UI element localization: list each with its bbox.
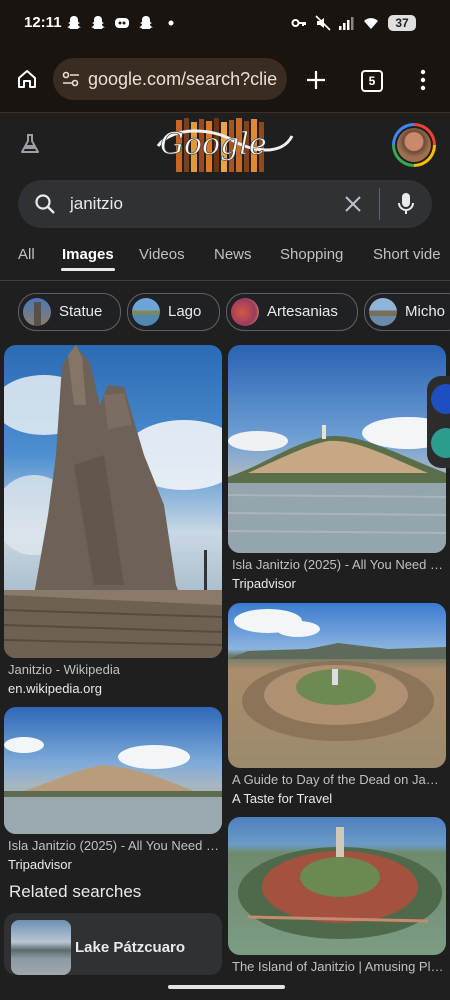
tab-short-videos[interactable]: Short vide bbox=[373, 246, 441, 263]
battery-icon: 37 bbox=[388, 15, 416, 31]
tab-all[interactable]: All bbox=[18, 246, 35, 263]
microphone-icon[interactable] bbox=[397, 192, 415, 216]
site-settings-icon[interactable] bbox=[62, 71, 80, 87]
floating-side-widget[interactable] bbox=[427, 376, 450, 468]
result-source[interactable]: Tripadvisor bbox=[8, 857, 72, 872]
result-title[interactable]: A Guide to Day of the Dead on Janitzio bbox=[232, 772, 444, 787]
mute-icon bbox=[315, 15, 331, 31]
result-image[interactable] bbox=[228, 603, 446, 768]
gesture-nav-bar[interactable] bbox=[168, 985, 285, 989]
avatar-photo bbox=[397, 128, 431, 162]
tabs-divider bbox=[0, 280, 450, 281]
tab-news[interactable]: News bbox=[214, 246, 252, 263]
chip-thumb bbox=[231, 298, 259, 326]
more-options-icon[interactable] bbox=[416, 68, 430, 92]
chip-michoacan[interactable]: Micho bbox=[364, 293, 450, 331]
tab-images[interactable]: Images bbox=[62, 246, 114, 263]
result-title[interactable]: Isla Janitzio (2025) - All You Need to K… bbox=[232, 557, 444, 572]
chip-thumb bbox=[23, 298, 51, 326]
dot-icon bbox=[168, 20, 174, 26]
wifi-icon bbox=[364, 18, 378, 29]
chip-statue[interactable]: Statue bbox=[18, 293, 121, 331]
result-title[interactable]: The Island of Janitzio | Amusing Planet bbox=[232, 959, 444, 974]
result-title[interactable]: Janitzio - Wikipedia bbox=[8, 662, 222, 677]
snapchat-icon-3 bbox=[139, 16, 153, 29]
chip-label: Lago bbox=[168, 303, 202, 320]
search-tabs: All Images Videos News Shopping Short vi… bbox=[0, 238, 450, 278]
tab-shopping[interactable]: Shopping bbox=[280, 246, 343, 263]
search-box[interactable]: janitzio bbox=[18, 180, 432, 228]
labs-flask-icon[interactable] bbox=[18, 132, 42, 156]
image-result[interactable]: The Island of Janitzio | Amusing Planet bbox=[228, 817, 446, 977]
home-icon[interactable] bbox=[16, 68, 38, 90]
result-image[interactable] bbox=[4, 345, 222, 658]
url-bar[interactable]: google.com/search?clie bbox=[53, 58, 287, 100]
new-tab-icon[interactable] bbox=[305, 69, 327, 91]
image-result[interactable]: A Guide to Day of the Dead on Janitzio A… bbox=[228, 603, 446, 809]
battery-level: 37 bbox=[395, 16, 409, 30]
status-time: 12:11 bbox=[24, 14, 62, 31]
related-label: Lake Pátzcuaro bbox=[75, 939, 186, 956]
image-result[interactable]: Isla Janitzio (2025) - All You Need to K… bbox=[228, 345, 446, 595]
related-searches-heading: Related searches bbox=[9, 882, 142, 901]
chip-label: Micho bbox=[405, 303, 446, 320]
side-app-icon-2[interactable] bbox=[431, 428, 450, 458]
side-app-icon[interactable] bbox=[431, 384, 450, 414]
clear-icon[interactable] bbox=[344, 195, 362, 213]
chip-label: Artesanias bbox=[267, 303, 338, 320]
result-image[interactable] bbox=[228, 817, 446, 955]
discord-icon bbox=[115, 18, 129, 28]
result-title[interactable]: Isla Janitzio (2025) - All You Need to K… bbox=[8, 838, 222, 853]
search-query[interactable]: janitzio bbox=[70, 194, 123, 214]
result-source[interactable]: en.wikipedia.org bbox=[8, 681, 102, 696]
result-source[interactable]: A Taste for Travel bbox=[232, 791, 332, 806]
chip-thumb bbox=[132, 298, 160, 326]
search-divider bbox=[379, 188, 380, 220]
svg-text:Google: Google bbox=[160, 127, 267, 162]
google-doodle-logo[interactable]: Google bbox=[152, 116, 296, 174]
active-tab-indicator bbox=[61, 268, 115, 271]
tab-videos[interactable]: Videos bbox=[139, 246, 185, 263]
chip-label: Statue bbox=[59, 303, 103, 320]
url-text: google.com/search?clie bbox=[88, 69, 278, 89]
key-icon bbox=[291, 19, 306, 27]
related-thumb bbox=[11, 920, 71, 975]
browser-toolbar: google.com/search?clie 5 bbox=[0, 46, 450, 113]
chip-thumb bbox=[369, 298, 397, 326]
chip-artesanias[interactable]: Artesanias bbox=[226, 293, 358, 331]
related-search-item[interactable]: Lake Pátzcuaro bbox=[4, 913, 222, 975]
tab-switcher-button[interactable]: 5 bbox=[361, 70, 383, 92]
image-result[interactable]: Janitzio - Wikipedia en.wikipedia.org bbox=[4, 345, 222, 696]
account-avatar[interactable] bbox=[392, 123, 436, 167]
result-image[interactable] bbox=[4, 707, 222, 834]
result-source[interactable]: Tripadvisor bbox=[232, 576, 296, 591]
snapchat-icon-2 bbox=[91, 16, 105, 29]
snapchat-icon bbox=[67, 16, 81, 29]
signal-icon bbox=[339, 17, 354, 30]
image-result[interactable]: Isla Janitzio (2025) - All You Need to K… bbox=[4, 707, 222, 873]
search-icon bbox=[35, 194, 55, 214]
result-image[interactable] bbox=[228, 345, 446, 553]
status-bar: 12:11 37 bbox=[0, 0, 450, 46]
chip-lago[interactable]: Lago bbox=[127, 293, 220, 331]
